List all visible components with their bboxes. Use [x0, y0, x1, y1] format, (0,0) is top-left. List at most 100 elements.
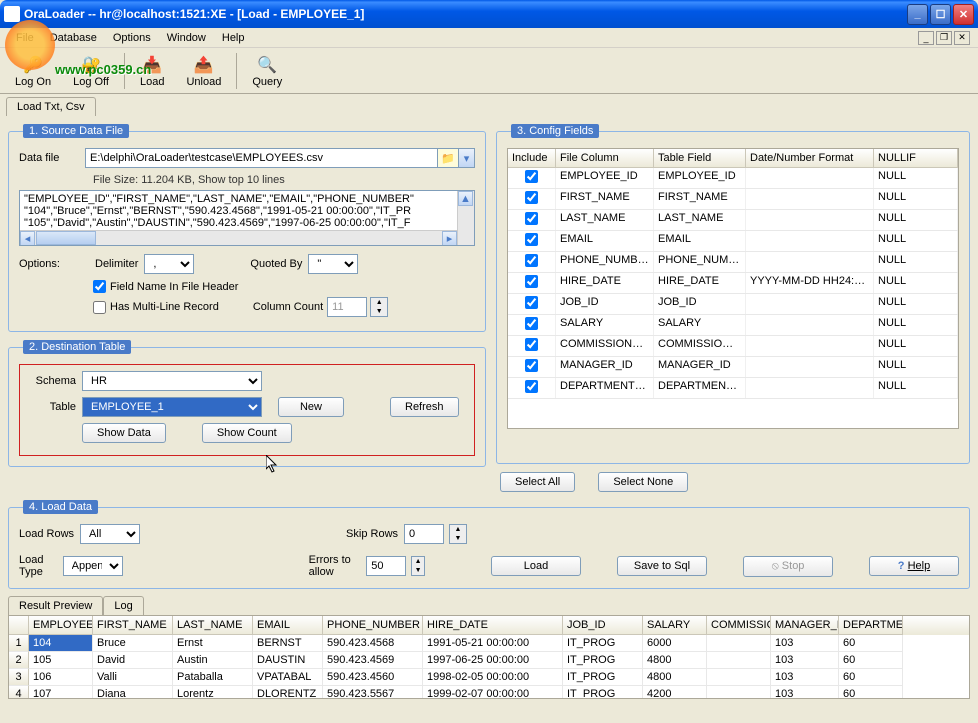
- toolbar-load[interactable]: 📥Load: [131, 51, 173, 91]
- col-include[interactable]: Include: [508, 149, 556, 167]
- config-row[interactable]: JOB_ID JOB_ID NULL: [508, 294, 958, 315]
- menu-window[interactable]: Window: [159, 30, 214, 46]
- config-row[interactable]: PHONE_NUMBER PHONE_NUMBER NULL: [508, 252, 958, 273]
- result-col[interactable]: LAST_NAME: [173, 616, 253, 635]
- result-grid[interactable]: EMPLOYEE_FIRST_NAMELAST_NAMEEMAILPHONE_N…: [8, 615, 970, 699]
- file-preview[interactable]: "EMPLOYEE_ID","FIRST_NAME","LAST_NAME","…: [19, 190, 475, 246]
- savetosql-button[interactable]: Save to Sql: [617, 556, 707, 576]
- colcount-input[interactable]: [327, 297, 367, 317]
- include-checkbox[interactable]: [525, 380, 538, 393]
- config-row[interactable]: LAST_NAME LAST_NAME NULL: [508, 210, 958, 231]
- file-dropdown[interactable]: ▾: [458, 148, 475, 168]
- key-icon: 🔑: [22, 54, 44, 76]
- result-col[interactable]: FIRST_NAME: [93, 616, 173, 635]
- config-row[interactable]: HIRE_DATE HIRE_DATE YYYY-MM-DD HH24:MI:.…: [508, 273, 958, 294]
- include-checkbox[interactable]: [525, 296, 538, 309]
- menu-file[interactable]: File: [8, 30, 42, 46]
- config-row[interactable]: MANAGER_ID MANAGER_ID NULL: [508, 357, 958, 378]
- include-checkbox[interactable]: [525, 317, 538, 330]
- menu-options[interactable]: Options: [105, 30, 159, 46]
- new-button[interactable]: New: [278, 397, 344, 417]
- result-col[interactable]: DEPARTMEI: [839, 616, 903, 635]
- result-row[interactable]: 1104BruceErnstBERNST590.423.45681991-05-…: [9, 635, 969, 652]
- loadrows-select[interactable]: All: [80, 524, 140, 544]
- include-checkbox[interactable]: [525, 212, 538, 225]
- quoted-label: Quoted By: [250, 258, 302, 270]
- selectall-button[interactable]: Select All: [500, 472, 575, 492]
- include-checkbox[interactable]: [525, 275, 538, 288]
- showdata-button[interactable]: Show Data: [82, 423, 166, 443]
- include-checkbox[interactable]: [525, 338, 538, 351]
- mdi-close[interactable]: ✕: [954, 31, 970, 45]
- include-checkbox[interactable]: [525, 359, 538, 372]
- refresh-button[interactable]: Refresh: [390, 397, 459, 417]
- schema-select[interactable]: HR: [82, 371, 262, 391]
- include-checkbox[interactable]: [525, 233, 538, 246]
- tab-resultpreview[interactable]: Result Preview: [8, 596, 103, 615]
- delimiter-select[interactable]: ,: [144, 254, 194, 274]
- help-button[interactable]: ? Help: [869, 556, 959, 576]
- minimize-button[interactable]: _: [907, 4, 928, 25]
- mdi-minimize[interactable]: _: [918, 31, 934, 45]
- close-button[interactable]: ✕: [953, 4, 974, 25]
- result-row[interactable]: 3106ValliPataballaVPATABAL590.423.456019…: [9, 669, 969, 686]
- window-title: OraLoader -- hr@localhost:1521:XE - [Loa…: [24, 7, 907, 21]
- config-row[interactable]: EMAIL EMAIL NULL: [508, 231, 958, 252]
- toolbar-unload[interactable]: 📤Unload: [177, 51, 230, 91]
- result-col[interactable]: [9, 616, 29, 635]
- toolbar-query[interactable]: 🔍Query: [243, 51, 291, 91]
- skiprows-spinner[interactable]: ▲▼: [449, 524, 467, 544]
- result-row[interactable]: 4107DianaLorentzDLORENTZ590.423.55671999…: [9, 686, 969, 699]
- col-filecolumn[interactable]: File Column: [556, 149, 654, 167]
- result-col[interactable]: EMPLOYEE_: [29, 616, 93, 635]
- table-select[interactable]: EMPLOYEE_1: [82, 397, 262, 417]
- query-icon: 🔍: [256, 54, 278, 76]
- datafile-input[interactable]: [85, 148, 438, 168]
- menu-database[interactable]: Database: [42, 30, 105, 46]
- errors-input[interactable]: [366, 556, 406, 576]
- result-col[interactable]: HIRE_DATE: [423, 616, 563, 635]
- include-checkbox[interactable]: [525, 254, 538, 267]
- result-col[interactable]: MANAGER_I: [771, 616, 839, 635]
- config-row[interactable]: FIRST_NAME FIRST_NAME NULL: [508, 189, 958, 210]
- load-button[interactable]: Load: [491, 556, 581, 576]
- unload-icon: 📤: [193, 54, 215, 76]
- config-row[interactable]: DEPARTMENT_ID DEPARTMENT_... NULL: [508, 378, 958, 399]
- config-grid[interactable]: Include File Column Table Field Date/Num…: [507, 148, 959, 429]
- fieldname-checkbox[interactable]: [93, 280, 106, 293]
- multiline-checkbox[interactable]: [93, 301, 106, 314]
- result-col[interactable]: JOB_ID: [563, 616, 643, 635]
- config-row[interactable]: EMPLOYEE_ID EMPLOYEE_ID NULL: [508, 168, 958, 189]
- menu-help[interactable]: Help: [214, 30, 253, 46]
- loadtype-select[interactable]: Append: [63, 556, 123, 576]
- colcount-spinner[interactable]: ▲▼: [370, 297, 388, 317]
- selectnone-button[interactable]: Select None: [598, 472, 688, 492]
- col-format[interactable]: Date/Number Format: [746, 149, 874, 167]
- browse-button[interactable]: 📁: [437, 148, 459, 168]
- include-checkbox[interactable]: [525, 170, 538, 183]
- result-col[interactable]: PHONE_NUMBER: [323, 616, 423, 635]
- toolbar-logon[interactable]: 🔑Log On: [6, 51, 60, 91]
- result-row[interactable]: 2105DavidAustinDAUSTIN590.423.45691997-0…: [9, 652, 969, 669]
- col-nullif[interactable]: NULLIF: [874, 149, 958, 167]
- showcount-button[interactable]: Show Count: [202, 423, 292, 443]
- result-col[interactable]: EMAIL: [253, 616, 323, 635]
- result-col[interactable]: COMMISSIO: [707, 616, 771, 635]
- quoted-select[interactable]: ": [308, 254, 358, 274]
- config-row[interactable]: SALARY SALARY NULL: [508, 315, 958, 336]
- maximize-button[interactable]: ☐: [930, 4, 951, 25]
- preview-hscroll[interactable]: ◂▸: [20, 230, 457, 245]
- mdi-restore[interactable]: ❐: [936, 31, 952, 45]
- toolbar: 🔑Log On 🔐Log Off 📥Load 📤Unload 🔍Query: [0, 48, 978, 94]
- skiprows-input[interactable]: [404, 524, 444, 544]
- errors-spinner[interactable]: ▲▼: [411, 556, 425, 576]
- tab-loadtxtcsv[interactable]: Load Txt, Csv: [6, 97, 96, 116]
- tab-log[interactable]: Log: [103, 596, 143, 615]
- config-row[interactable]: COMMISSION_P... COMMISSION_P... NULL: [508, 336, 958, 357]
- toolbar-logoff[interactable]: 🔐Log Off: [64, 51, 118, 91]
- separator: [124, 53, 125, 89]
- preview-vscroll[interactable]: ▲: [457, 191, 474, 245]
- result-col[interactable]: SALARY: [643, 616, 707, 635]
- col-tablefield[interactable]: Table Field: [654, 149, 746, 167]
- include-checkbox[interactable]: [525, 191, 538, 204]
